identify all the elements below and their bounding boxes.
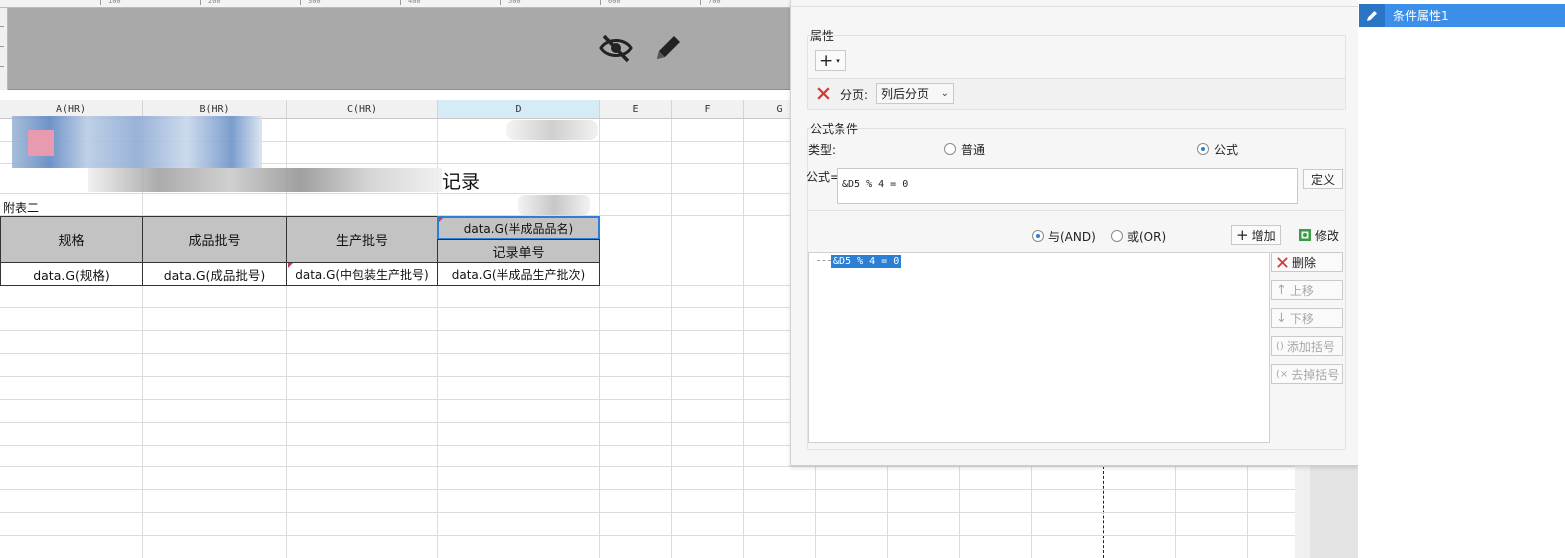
- header-cell-production-batch[interactable]: 生产批号: [286, 216, 438, 263]
- formula-input[interactable]: &D5 % 4 = 0: [837, 168, 1298, 204]
- move-up-label: 上移: [1289, 283, 1314, 298]
- blurred-title: [88, 168, 442, 192]
- formula-input-text: &D5 % 4 = 0: [842, 179, 909, 190]
- blurred-text: [506, 120, 598, 140]
- delete-attribute-icon[interactable]: [815, 85, 832, 102]
- horizontal-ruler: 100 200 300 400 500 600 700: [0, 0, 790, 8]
- cell-marker: [288, 263, 293, 268]
- ruler-mark: 400: [408, 0, 421, 5]
- add-condition-label: 增加: [1251, 228, 1276, 243]
- type-label: 类型:: [808, 143, 837, 157]
- delete-icon: [1277, 256, 1288, 268]
- modify-condition-button[interactable]: 修改: [1294, 225, 1343, 245]
- ruler-mark: 100: [108, 0, 121, 5]
- condition-attribute-list: 条件属性1: [1358, 0, 1565, 558]
- radio-or-label[interactable]: 或(OR): [1127, 228, 1166, 245]
- page-break-value: 列后分页: [881, 87, 930, 101]
- move-down-button[interactable]: ↓ 下移: [1271, 308, 1343, 328]
- eye-slash-icon[interactable]: [598, 30, 634, 66]
- vertical-ruler: [0, 8, 8, 90]
- condition-item[interactable]: &D5 % 4 = 0: [831, 255, 902, 268]
- condition-attribute-item[interactable]: 条件属性1: [1359, 4, 1565, 27]
- radio-normal[interactable]: [944, 143, 956, 155]
- appendix-label: 附表二: [3, 201, 40, 215]
- header-cell-record-no[interactable]: 记录单号: [437, 239, 600, 263]
- add-attribute-button[interactable]: + ▾: [815, 50, 846, 71]
- move-down-label: 下移: [1289, 311, 1314, 326]
- brackets-icon: (): [1276, 340, 1284, 352]
- condition-attribute-item-label: 条件属性1: [1393, 9, 1449, 23]
- condition-attributes-dialog: 属性 + ▾ 分页: 列后分页 ⌄ 公式条件 类型: 普通 公式 公式= &D5…: [790, 0, 1359, 466]
- add-bracket-button[interactable]: () 添加括号: [1271, 336, 1343, 356]
- pencil-icon: [1367, 10, 1377, 21]
- page-break-label: 分页:: [840, 88, 869, 102]
- report-title-fragment: 记录: [442, 171, 481, 193]
- chevron-down-icon: ⌄: [940, 88, 949, 99]
- column-header-f[interactable]: F: [672, 100, 744, 119]
- print-preview-area: [0, 8, 790, 90]
- column-header-d[interactable]: D: [438, 100, 600, 119]
- ruler-mark: 300: [308, 0, 321, 5]
- remove-brackets-icon: (×: [1276, 368, 1289, 380]
- data-cell-package-batch[interactable]: data.G(中包装生产批号): [286, 262, 438, 286]
- cell-marker: [439, 217, 444, 222]
- data-cell-spec[interactable]: data.G(规格): [0, 262, 143, 286]
- remove-bracket-label: 去掉括号: [1291, 367, 1340, 382]
- delete-condition-label: 删除: [1292, 255, 1317, 270]
- blurred-logo-accent: [28, 130, 54, 156]
- data-cell-semi-product-batch[interactable]: data.G(半成品生产批次): [437, 262, 600, 286]
- ruler-mark: 700: [708, 0, 721, 5]
- radio-formula-label[interactable]: 公式: [1214, 141, 1238, 158]
- radio-and[interactable]: [1032, 230, 1044, 242]
- column-header-c[interactable]: C(HR): [287, 100, 438, 119]
- modify-condition-label: 修改: [1314, 228, 1339, 243]
- define-button[interactable]: 定义: [1303, 169, 1343, 189]
- ruler-mark: 200: [208, 0, 221, 5]
- dropdown-arrow-icon: ▾: [836, 56, 840, 65]
- radio-normal-label[interactable]: 普通: [961, 141, 985, 158]
- define-button-label: 定义: [1310, 172, 1335, 187]
- designer-window: 100 200 300 400 500 600 700 A(HR) B(HR) …: [0, 0, 1565, 558]
- column-header-e[interactable]: E: [600, 100, 672, 119]
- condition-list[interactable]: &D5 % 4 = 0: [808, 252, 1270, 443]
- pencil-icon[interactable]: [650, 30, 686, 66]
- delete-condition-button[interactable]: 删除: [1271, 252, 1343, 272]
- arrow-up-icon: ↑: [1276, 282, 1287, 298]
- arrow-down-icon: ↓: [1276, 310, 1287, 326]
- ruler-mark: 600: [608, 0, 621, 5]
- radio-or[interactable]: [1111, 230, 1123, 242]
- radio-and-label[interactable]: 与(AND): [1048, 228, 1096, 245]
- plus-icon: +: [1236, 226, 1249, 244]
- radio-formula[interactable]: [1197, 143, 1209, 155]
- header-cell-product-batch[interactable]: 成品批号: [142, 216, 287, 263]
- add-bracket-label: 添加括号: [1286, 339, 1335, 354]
- ruler-mark: 500: [508, 0, 521, 5]
- header-cell-spec[interactable]: 规格: [0, 216, 143, 263]
- data-cell-product-batch[interactable]: data.G(成品批号): [142, 262, 287, 286]
- add-condition-button[interactable]: + 增加: [1231, 225, 1281, 245]
- selected-cell-d-header[interactable]: data.G(半成品品名): [437, 216, 600, 240]
- blurred-label: [518, 195, 590, 215]
- page-break-select[interactable]: 列后分页 ⌄: [876, 83, 954, 104]
- remove-bracket-button[interactable]: (× 去掉括号: [1271, 364, 1343, 384]
- formula-label: 公式=: [806, 170, 841, 184]
- move-up-button[interactable]: ↑ 上移: [1271, 280, 1343, 300]
- add-symbol: +: [819, 50, 834, 71]
- modify-icon: [1298, 229, 1311, 241]
